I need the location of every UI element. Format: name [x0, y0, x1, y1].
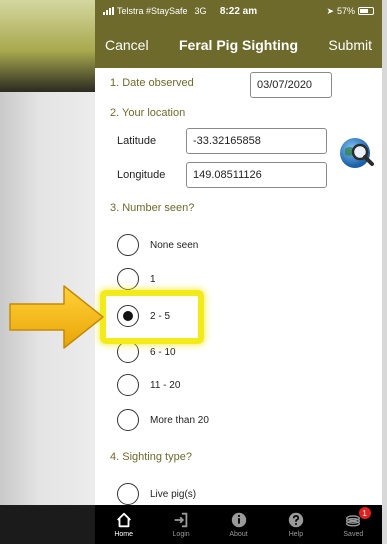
- radio-label: More than 20: [150, 414, 209, 426]
- submit-button[interactable]: Submit: [328, 37, 372, 53]
- latitude-label: Latitude: [117, 135, 157, 147]
- tab-login[interactable]: Login: [152, 505, 209, 544]
- tab-about[interactable]: About: [210, 505, 267, 544]
- radio-button[interactable]: [117, 409, 139, 431]
- phone-screen: Telstra #StaySafe 3G 8:22 am ➤ 57% Cance…: [95, 0, 382, 544]
- background-edge: [382, 0, 387, 544]
- signal-icon: [103, 7, 114, 15]
- tab-label: About: [229, 531, 248, 538]
- network-label: 3G: [194, 6, 207, 16]
- radio-option-none-seen[interactable]: None seen: [117, 232, 198, 258]
- background-app-screen: [0, 0, 95, 92]
- radio-dot: [123, 311, 133, 321]
- longitude-label: Longitude: [117, 169, 166, 181]
- radio-option-1[interactable]: 1: [117, 266, 156, 292]
- battery-icon: [358, 7, 374, 15]
- battery-percent: 57%: [336, 6, 355, 16]
- radio-button[interactable]: [117, 341, 139, 363]
- radio-button[interactable]: [117, 234, 139, 256]
- background-app-tabbar: [0, 505, 95, 544]
- info-icon: [231, 512, 246, 528]
- radio-option-6-10[interactable]: 6 - 10: [117, 339, 176, 365]
- location-arrow-icon: ➤: [326, 5, 334, 16]
- radio-option-more-than-20[interactable]: More than 20: [117, 407, 209, 433]
- radio-button[interactable]: [117, 374, 139, 396]
- radio-label: Live pig(s): [150, 488, 197, 500]
- radio-button[interactable]: [117, 268, 139, 290]
- radio-button-selected[interactable]: [117, 305, 139, 327]
- globe-search-icon: [340, 138, 374, 168]
- tab-label: Login: [172, 531, 190, 538]
- pointer-arrow-icon: [9, 285, 104, 349]
- radio-label: 6 - 10: [150, 346, 176, 358]
- date-field[interactable]: [250, 72, 332, 98]
- radio-option-11-20[interactable]: 11 - 20: [117, 372, 180, 398]
- tab-home[interactable]: Home: [95, 505, 152, 544]
- radio-button[interactable]: [117, 483, 139, 505]
- nav-bar: Cancel Feral Pig Sighting Submit: [95, 22, 382, 68]
- tab-label: Home: [114, 531, 134, 538]
- number-section-title: 3. Number seen?: [110, 202, 195, 214]
- radio-label: None seen: [150, 239, 199, 251]
- radio-label: 1: [150, 273, 156, 285]
- radio-option-2-5[interactable]: 2 - 5: [117, 303, 170, 329]
- status-bar: Telstra #StaySafe 3G 8:22 am ➤ 57%: [95, 0, 382, 22]
- tab-help[interactable]: Help: [267, 505, 324, 544]
- tab-bar: Home Login About Help Saved 1: [95, 505, 382, 544]
- home-icon: [116, 512, 131, 528]
- carrier-label: Telstra #StaySafe: [117, 6, 188, 16]
- tab-saved[interactable]: Saved 1: [325, 505, 382, 544]
- find-location-button[interactable]: [337, 133, 377, 173]
- radio-option-live-pigs[interactable]: Live pig(s): [117, 481, 196, 507]
- tab-label: Help: [288, 531, 304, 538]
- longitude-field[interactable]: [186, 162, 327, 188]
- status-left: Telstra #StaySafe 3G: [103, 6, 207, 16]
- notification-badge: 1: [358, 507, 371, 519]
- location-section-title: 2. Your location: [110, 107, 186, 119]
- latitude-field[interactable]: [186, 128, 327, 154]
- radio-label: 11 - 20: [150, 379, 181, 391]
- date-section-title: 1. Date observed: [110, 77, 194, 89]
- tab-label: Saved: [343, 531, 364, 538]
- help-icon: [288, 512, 304, 528]
- login-icon: [174, 512, 188, 528]
- status-right: ➤ 57%: [326, 6, 374, 17]
- cancel-button[interactable]: Cancel: [105, 37, 149, 53]
- sighting-section-title: 4. Sighting type?: [110, 451, 192, 463]
- radio-label: 2 - 5: [150, 310, 171, 322]
